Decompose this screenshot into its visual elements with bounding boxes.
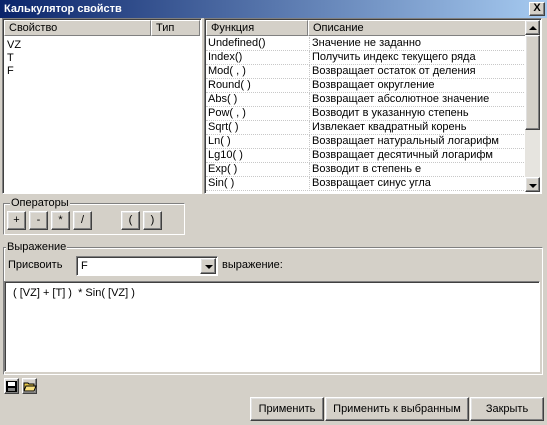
- divide-button[interactable]: /: [73, 211, 92, 230]
- function-column-header[interactable]: Функция: [206, 20, 308, 36]
- function-row[interactable]: Sqrt( ) Извлекает квадратный корень: [206, 121, 526, 135]
- function-name: Sqrt( ): [208, 121, 239, 133]
- function-description: Возводит в степень е: [309, 163, 421, 177]
- assign-label: Присвоить: [8, 259, 63, 271]
- expression-label: Выражение: [6, 241, 68, 253]
- function-description: Возвращает округление: [309, 79, 435, 93]
- function-row[interactable]: Lg10( ) Возвращает десятичный логарифм: [206, 149, 526, 163]
- function-name: Mod( , ): [208, 65, 246, 77]
- function-description: Возвращает остаток от деления: [309, 65, 476, 79]
- type-column-header[interactable]: Тип: [151, 20, 200, 36]
- functions-list[interactable]: Функция Описание Undefined() Значение не …: [204, 18, 542, 194]
- property-column-header[interactable]: Свойство: [4, 20, 151, 36]
- scroll-down-button[interactable]: [525, 177, 540, 192]
- scroll-thumb[interactable]: [525, 35, 540, 130]
- function-description: Возвращает абсолютное значение: [309, 93, 489, 107]
- function-row[interactable]: Exp( ) Возводит в степень е: [206, 163, 526, 177]
- assign-target-value: F: [81, 260, 88, 272]
- function-row[interactable]: Ln( ) Возвращает натуральный логарифм: [206, 135, 526, 149]
- open-paren-button[interactable]: (: [121, 211, 140, 230]
- close-button[interactable]: Закрыть: [470, 397, 544, 421]
- function-row[interactable]: Undefined() Значение не заданно: [206, 37, 526, 51]
- property-item-vz[interactable]: VZ: [7, 39, 21, 52]
- function-name: Index(): [208, 51, 243, 63]
- function-description: Возводит в указанную степень: [309, 107, 469, 121]
- apply-to-selected-button[interactable]: Применить к выбранным: [325, 397, 469, 421]
- function-row[interactable]: Round( ) Возвращает округление: [206, 79, 526, 93]
- scroll-up-button[interactable]: [525, 20, 540, 35]
- chevron-down-icon: [529, 184, 537, 188]
- function-row[interactable]: Mod( , ) Возвращает остаток от деления: [206, 65, 526, 79]
- window-title: Калькулятор свойств: [4, 3, 122, 15]
- expression-input[interactable]: ( [VZ] + [T] ) * Sin( [VZ] ): [4, 281, 540, 372]
- function-row[interactable]: Pow( , ) Возводит в указанную степень: [206, 107, 526, 121]
- function-name: Abs( ): [208, 93, 238, 105]
- function-row[interactable]: Abs( ) Возвращает абсолютное значение: [206, 93, 526, 107]
- function-description: Значение не заданно: [309, 37, 421, 51]
- expression-caption: выражение:: [222, 259, 283, 271]
- property-item-t[interactable]: T: [7, 52, 14, 65]
- plus-button[interactable]: +: [7, 211, 26, 230]
- operators-label: Операторы: [10, 197, 70, 209]
- assign-target-select[interactable]: F: [76, 256, 218, 276]
- function-row[interactable]: Index() Получить индекс текущего ряда: [206, 51, 526, 65]
- functions-scrollbar[interactable]: [525, 20, 540, 192]
- minus-button[interactable]: -: [29, 211, 48, 230]
- chevron-up-icon: [529, 26, 537, 30]
- function-name: Sin( ): [208, 177, 235, 189]
- multiply-button[interactable]: *: [51, 211, 70, 230]
- apply-button[interactable]: Применить: [250, 397, 324, 421]
- function-description: Получить индекс текущего ряда: [309, 51, 476, 65]
- description-column-header[interactable]: Описание: [308, 20, 526, 36]
- title-bar: Калькулятор свойств X: [0, 0, 547, 18]
- function-description: Возвращает десятичный логарифм: [309, 149, 493, 163]
- function-description: Извлекает квадратный корень: [309, 121, 466, 135]
- function-row[interactable]: Sin( ) Возвращает синус угла: [206, 177, 526, 191]
- chevron-down-icon: [205, 265, 213, 269]
- function-name: Ln( ): [208, 135, 231, 147]
- close-paren-button[interactable]: ): [143, 211, 162, 230]
- expression-text: ( [VZ] + [T] ) * Sin( [VZ] ): [13, 287, 135, 299]
- properties-list[interactable]: Свойство Тип VZ T F: [2, 18, 202, 194]
- function-name: Exp( ): [208, 163, 238, 175]
- function-name: Lg10( ): [208, 149, 243, 161]
- function-name: Undefined(): [208, 37, 266, 49]
- function-description: Возвращает синус угла: [309, 177, 431, 191]
- function-description: Возвращает натуральный логарифм: [309, 135, 499, 149]
- save-icon[interactable]: [4, 378, 19, 394]
- function-name: Pow( , ): [208, 107, 246, 119]
- dropdown-button[interactable]: [200, 258, 216, 274]
- function-name: Round( ): [208, 79, 251, 91]
- close-icon[interactable]: X: [529, 2, 545, 16]
- property-item-f[interactable]: F: [7, 65, 14, 78]
- open-folder-icon[interactable]: [22, 378, 37, 394]
